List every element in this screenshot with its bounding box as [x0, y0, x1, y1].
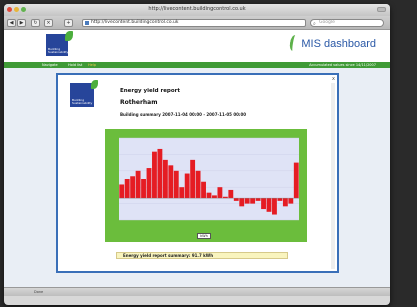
search-icon: ⌕: [313, 21, 316, 27]
chart-bar: [293, 162, 299, 199]
report-logo: Building Sustainability: [70, 80, 98, 107]
search-field[interactable]: ⌕ Google: [310, 19, 384, 27]
chart-bar: [195, 170, 201, 199]
chart-bar: [184, 173, 190, 199]
chart-bar: [255, 198, 261, 201]
chart-bar: [130, 176, 136, 199]
chart-bar: [244, 198, 250, 204]
chart-bar: [288, 198, 294, 204]
chart-bar: [239, 198, 245, 207]
chart-bar: [272, 198, 277, 215]
chart-bar: [162, 159, 168, 199]
web-page: Building Sustainability MIS dashboard Na…: [4, 30, 390, 296]
reload-button[interactable]: ↻: [31, 19, 40, 27]
toolbar-toggle-button[interactable]: [377, 7, 386, 12]
browser-toolbar: ◀ ▶ ↻ × + http://livecontent.buildingcon…: [4, 16, 390, 30]
address-text: http://livecontent.buildingcontrol.co.uk: [91, 20, 179, 25]
back-button[interactable]: ◀: [7, 19, 16, 27]
close-icon[interactable]: x: [332, 76, 335, 82]
chart-bar: [212, 195, 217, 199]
modal-scrollbar[interactable]: [331, 83, 335, 269]
window-title: http://livecontent.buildingcontrol.co.uk: [148, 6, 246, 12]
search-placeholder: Google: [319, 20, 335, 25]
address-bar[interactable]: http://livecontent.buildingcontrol.co.uk: [82, 19, 306, 27]
chart-bar: [190, 159, 196, 199]
status-text: Done: [34, 290, 44, 294]
chart-unit-select[interactable]: kWh: [197, 233, 211, 239]
site-favicon-icon: [85, 21, 89, 25]
stop-button[interactable]: ×: [44, 19, 53, 27]
site-logo-text: Building Sustainability: [48, 47, 69, 54]
chart-bar: [261, 198, 266, 210]
chart-bar: [217, 187, 223, 199]
report-logo-text: Building Sustainability: [72, 98, 93, 105]
chart-bar: [222, 196, 228, 199]
leaf-icon: [91, 80, 98, 89]
chart-bar: [141, 179, 146, 199]
leaf-icon: [65, 31, 73, 41]
chart-bar: [201, 181, 206, 199]
site-header: Building Sustainability MIS dashboard: [4, 30, 390, 62]
report-modal: x Building Sustainability Energy yield r…: [56, 73, 339, 273]
energy-chart: kWh: [105, 129, 307, 242]
chart-bar: [179, 187, 185, 199]
chart-plot-area: [119, 138, 299, 220]
forward-button[interactable]: ▶: [17, 19, 26, 27]
report-site-name: Rotherham: [120, 99, 158, 106]
chart-bar: [277, 198, 283, 201]
chart-bar: [250, 198, 256, 204]
chart-bar: [266, 198, 272, 212]
site-logo[interactable]: Building Sustainability: [46, 31, 73, 56]
browser-window: http://livecontent.buildingcontrol.co.uk…: [4, 4, 390, 305]
chart-bar: [228, 189, 234, 199]
chart-bar: [168, 165, 174, 199]
title-bar: http://livecontent.buildingcontrol.co.uk: [4, 4, 390, 16]
chart-bar: [157, 148, 163, 199]
chart-bar: [173, 170, 179, 199]
add-bookmark-button[interactable]: +: [64, 19, 73, 27]
chart-bar: [135, 170, 141, 199]
report-summary: Building summary 2007-11-04 00:00 - 2007…: [120, 112, 247, 117]
chart-bar: [124, 179, 130, 199]
status-bar: Done: [4, 287, 390, 296]
report-title: Energy yield report: [120, 88, 180, 94]
energy-chart-svg: [119, 137, 299, 221]
energy-summary: Energy yield report summary: 91.7 kWh: [116, 252, 288, 259]
mis-leaf-icon: [288, 34, 300, 52]
chart-bar: [282, 198, 288, 207]
dashboard-title: MIS dashboard: [301, 38, 376, 50]
chart-bar: [233, 198, 239, 201]
chart-bar: [119, 184, 125, 199]
chart-bar: [146, 168, 152, 199]
chart-bar: [206, 192, 212, 199]
chart-bar: [152, 151, 157, 199]
